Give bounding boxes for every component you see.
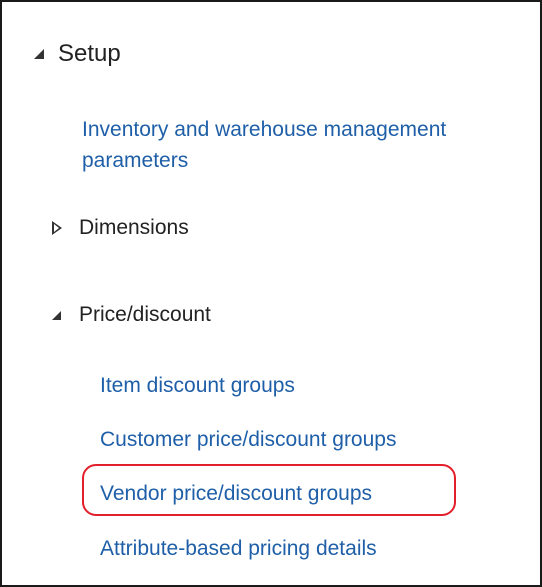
price-discount-group-header[interactable]: Price/discount [52,299,211,331]
inventory-warehouse-parameters-link[interactable]: Inventory and warehouse management param… [82,114,446,176]
setup-group-label: Setup [58,40,121,67]
collapsed-caret-icon [52,221,62,235]
link-line-1: Inventory and warehouse management [82,118,447,141]
price-discount-group-label: Price/discount [79,303,211,326]
navigation-panel: Setup Inventory and warehouse management… [0,0,542,587]
dimensions-group-label: Dimensions [79,216,189,239]
item-discount-groups-link[interactable]: Item discount groups [100,370,295,402]
expanded-caret-icon [34,49,44,59]
customer-price-discount-groups-link[interactable]: Customer price/discount groups [100,424,396,456]
link-line-2: parameters [82,149,189,172]
highlight-annotation-ellipse [82,464,456,516]
dimensions-group-header[interactable]: Dimensions [52,212,189,244]
expanded-caret-icon [52,310,61,320]
attribute-based-pricing-details-link[interactable]: Attribute-based pricing details [100,533,377,565]
setup-group-header[interactable]: Setup [34,36,121,72]
